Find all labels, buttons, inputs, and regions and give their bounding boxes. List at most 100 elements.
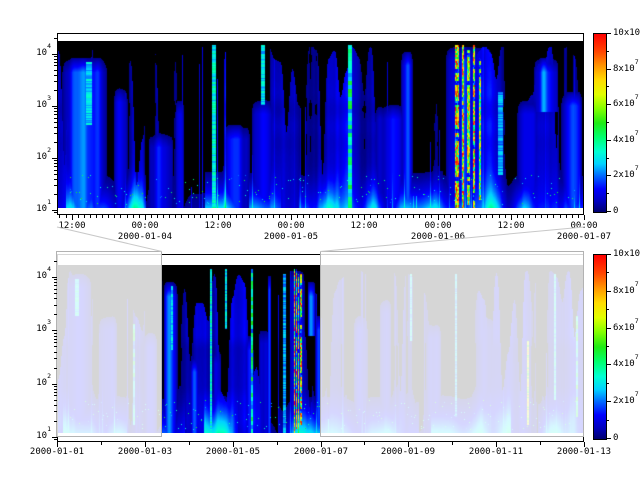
x-axis-minor-tick (189, 442, 190, 445)
overview-colorbar (593, 254, 607, 440)
y-axis-minor-tick (54, 108, 57, 109)
x-axis-minor-tick (340, 215, 341, 218)
colorbar-tick-label: 2x107 (613, 170, 640, 180)
x-axis-minor-tick (560, 215, 561, 218)
y-axis-minor-tick (54, 368, 57, 369)
x-axis-minor-tick (139, 215, 140, 218)
x-axis-minor-tick (431, 215, 432, 218)
x-axis-minor-tick (120, 215, 121, 218)
colorbar-tick (606, 193, 609, 194)
colorbar-tick (606, 104, 611, 105)
y-axis-minor-tick (54, 133, 57, 134)
x-tick-label: 2000-01-07 (276, 447, 366, 457)
x-axis-minor-tick (303, 215, 304, 218)
x-tick-label: 2000-01-09 (363, 447, 453, 457)
y-axis-minor-tick (54, 342, 57, 343)
y-axis-minor-tick (54, 122, 57, 123)
x-axis-minor-tick (486, 215, 487, 218)
y-axis-minor-tick (54, 62, 57, 63)
y-axis-minor-tick (54, 160, 57, 161)
x-axis-major-tick (364, 215, 365, 220)
y-axis-minor-tick (54, 339, 57, 340)
x-axis-minor-tick (474, 215, 475, 218)
x-axis-minor-tick (59, 215, 60, 218)
x-axis-minor-tick (175, 215, 176, 218)
y-axis-minor-tick (54, 111, 57, 112)
x-axis-minor-tick (101, 442, 102, 445)
x-axis-minor-tick (358, 215, 359, 218)
y-axis-minor-tick (54, 170, 57, 171)
x-axis-minor-tick (78, 215, 79, 218)
x-axis-minor-tick (535, 215, 536, 218)
selection-region[interactable] (162, 251, 320, 437)
y-axis-major-tick (52, 106, 57, 107)
x-axis-major-tick (438, 215, 439, 220)
y-axis-minor-tick (54, 70, 57, 71)
x-date-label: 2000-01-06 (393, 232, 483, 242)
x-tick-label: 2000-01-03 (100, 447, 190, 457)
x-axis-minor-tick (468, 215, 469, 218)
y-axis-minor-tick (54, 439, 57, 440)
y-axis-minor-tick (54, 163, 57, 164)
y-axis-major-tick (52, 384, 57, 385)
x-axis-major-tick (145, 215, 146, 220)
x-axis-minor-tick (346, 215, 347, 218)
x-axis-minor-tick (249, 215, 250, 218)
x-axis-minor-tick (200, 215, 201, 218)
colorbar-tick (606, 291, 611, 292)
zoom-colorbar-gradient (594, 34, 606, 212)
x-axis-minor-tick (273, 215, 274, 218)
x-date-label: 2000-01-05 (246, 232, 336, 242)
x-axis-minor-tick (133, 215, 134, 218)
y-tick-label: 102 (9, 378, 51, 388)
x-axis-minor-tick (66, 215, 67, 218)
colorbar-tick-label: 2x107 (613, 396, 640, 406)
y-axis-major-tick (52, 54, 57, 55)
colorbar-tick (606, 438, 611, 439)
y-axis-minor-tick (54, 56, 57, 57)
x-axis-minor-tick (462, 215, 463, 218)
colorbar-tick (606, 122, 609, 123)
x-axis-minor-tick (279, 215, 280, 218)
y-axis-minor-tick (54, 75, 57, 76)
colorbar-tick-label: 8x107 (613, 64, 640, 74)
x-axis-major-tick (584, 215, 585, 220)
colorbar-tick-label: 4x107 (613, 359, 640, 369)
colorbar-tick-label: 6x107 (613, 99, 640, 109)
y-axis-minor-tick (54, 285, 57, 286)
x-axis-minor-tick (444, 215, 445, 218)
y-axis-minor-tick (54, 142, 57, 143)
x-axis-minor-tick (316, 215, 317, 218)
dimmed-region-right (320, 251, 584, 437)
x-axis-minor-tick (127, 215, 128, 218)
x-axis-minor-tick (456, 215, 457, 218)
x-axis-minor-tick (114, 215, 115, 218)
colorbar-tick-label: 10x107 (613, 249, 640, 259)
x-axis-minor-tick (285, 215, 286, 218)
colorbar-tick (606, 309, 609, 310)
x-tick-label: 2000-01-13 (539, 447, 629, 457)
y-axis-minor-tick (54, 305, 57, 306)
y-axis-minor-tick (54, 174, 57, 175)
x-axis-minor-tick (377, 215, 378, 218)
x-axis-minor-tick (452, 442, 453, 445)
x-axis-minor-tick (352, 215, 353, 218)
colorbar-tick (606, 211, 611, 212)
x-axis-minor-tick (297, 215, 298, 218)
x-axis-minor-tick (224, 215, 225, 218)
x-axis-minor-tick (523, 215, 524, 218)
y-axis-minor-tick (54, 166, 57, 167)
x-axis-minor-tick (578, 215, 579, 218)
x-axis-minor-tick (370, 215, 371, 218)
y-tick-label: 101 (9, 204, 51, 214)
x-axis-minor-tick (450, 215, 451, 218)
x-axis-minor-tick (169, 215, 170, 218)
colorbar-tick-label: 8x107 (613, 286, 640, 296)
x-axis-minor-tick (395, 215, 396, 218)
colorbar-tick-label: 6x107 (613, 323, 640, 333)
x-axis-minor-tick (541, 215, 542, 218)
zoom-spectrogram-canvas[interactable] (58, 41, 583, 208)
y-axis-minor-tick (54, 261, 57, 262)
y-axis-minor-tick (54, 358, 57, 359)
colorbar-tick (606, 86, 609, 87)
